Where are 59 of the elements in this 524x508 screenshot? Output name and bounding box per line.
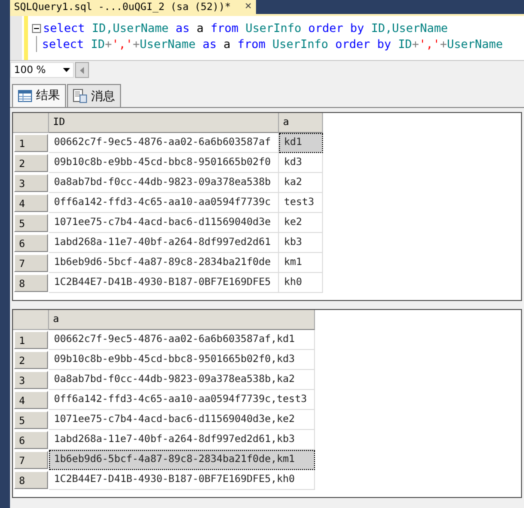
table-cell[interactable]: 00662c7f-9ec5-4876-aa02-6a6b603587af (49, 133, 279, 153)
close-button[interactable]: ✕ (244, 0, 252, 14)
row-header[interactable]: 4 (14, 194, 48, 212)
table-cell[interactable]: 1C2B44E7-D41B-4930-B187-0BF7E169DFE5 (49, 273, 279, 293)
dropdown-caret-icon (63, 68, 70, 72)
code-line: select ID+','+UserName as a from UserInfo order by ID+','+UserName (42, 37, 503, 51)
row-header[interactable]: 8 (14, 471, 48, 489)
result-tab[interactable]: 结果 (12, 84, 66, 107)
table-cell[interactable]: ke2 (279, 213, 323, 233)
left-arrow-icon (80, 66, 84, 74)
grid-icon (18, 90, 32, 102)
document-icon (73, 89, 87, 103)
row-header[interactable]: 7 (14, 451, 48, 469)
select-all-header[interactable] (13, 113, 49, 133)
column-header[interactable]: a (49, 310, 315, 330)
table-cell[interactable]: 0ff6a142-ffd3-4c65-aa10-aa0594f7739c (49, 193, 279, 213)
column-header[interactable]: ID (49, 113, 279, 133)
table-cell[interactable]: kb3 (279, 233, 323, 253)
table-cell[interactable]: ka2 (279, 173, 323, 193)
table-cell[interactable]: 0a8ab7bd-f0cc-44db-9823-09a378ea538b,ka2 (49, 370, 315, 390)
row-header[interactable]: 3 (14, 371, 48, 389)
table-cell[interactable]: 1071ee75-c7b4-4acd-bac6-d11569040d3e,ke2 (49, 410, 315, 430)
row-header[interactable]: 2 (14, 351, 48, 369)
table-cell[interactable]: 09b10c8b-e9bb-45cd-bbc8-9501665b02f0,kd3 (49, 350, 315, 370)
code-line: select ID,UserName as a from UserInfo order by ID,UserName (43, 21, 448, 35)
table-cell[interactable]: 1b6eb9d6-5bcf-4a87-89c8-2834ba21f0de,km1 (49, 450, 315, 470)
row-header[interactable]: 6 (14, 431, 48, 449)
row-header[interactable]: 2 (14, 154, 48, 172)
row-header[interactable]: 5 (14, 214, 48, 232)
result-tab[interactable]: 消息 (67, 84, 121, 107)
row-header[interactable]: 5 (14, 411, 48, 429)
table-cell[interactable]: km1 (279, 253, 323, 273)
table-cell[interactable]: 1C2B44E7-D41B-4930-B187-0BF7E169DFE5,kh0 (49, 470, 315, 490)
document-tab[interactable]: SQLQuery1.sql -...0uQGI_2 (sa (52))* ✕ (10, 0, 256, 14)
table-cell[interactable]: 09b10c8b-e9bb-45cd-bbc8-9501665b02f0 (49, 153, 279, 173)
select-all-header[interactable] (13, 310, 49, 330)
table-cell[interactable]: 0ff6a142-ffd3-4c65-aa10-aa0594f7739c,test3 (49, 390, 315, 410)
table-cell[interactable]: kh0 (279, 273, 323, 293)
table-cell[interactable]: 1b6eb9d6-5bcf-4a87-89c8-2834ba21f0de (49, 253, 279, 273)
table-cell[interactable]: 1abd268a-11e7-40bf-a264-8df997ed2d61 (49, 233, 279, 253)
row-header[interactable]: 4 (14, 391, 48, 409)
row-header[interactable]: 8 (14, 274, 48, 292)
zoom-dropdown[interactable]: 100 % (10, 62, 74, 78)
row-header[interactable]: 6 (14, 234, 48, 252)
document-tab-title: SQLQuery1.sql -...0uQGI_2 (sa (52))* (14, 0, 231, 14)
table-cell[interactable]: 1071ee75-c7b4-4acd-bac6-d11569040d3e (49, 213, 279, 233)
table-cell[interactable]: 00662c7f-9ec5-4876-aa02-6a6b603587af,kd1 (49, 330, 315, 350)
table-cell[interactable]: 0a8ab7bd-f0cc-44db-9823-09a378ea538b (49, 173, 279, 193)
table-cell[interactable]: kd3 (279, 153, 323, 173)
row-header[interactable]: 7 (14, 254, 48, 272)
column-header[interactable]: a (279, 113, 323, 133)
code-editor[interactable]: select ID,UserName as a from UserInfo order by ID,UserName select ID+','+UserName as a from UserInfo order by ID+','+UserName (10, 14, 524, 60)
scroll-left-button[interactable] (75, 62, 89, 78)
row-header[interactable]: 1 (14, 331, 48, 349)
table-cell[interactable]: kd1 (279, 133, 323, 153)
row-header[interactable]: 1 (14, 134, 48, 152)
table-cell[interactable]: test3 (279, 193, 323, 213)
collapse-icon[interactable] (32, 24, 41, 32)
row-header[interactable]: 3 (14, 174, 48, 192)
